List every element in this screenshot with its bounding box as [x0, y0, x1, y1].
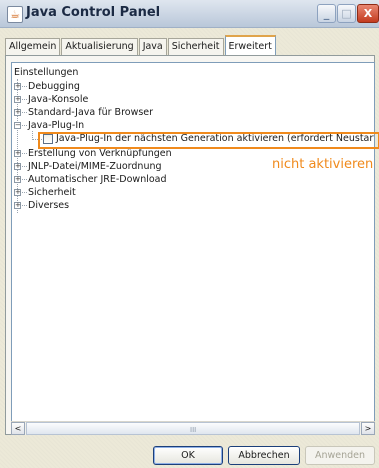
tree-item-standard-java-browser[interactable]: Standard-Java für Browser	[28, 107, 153, 118]
tree-dots	[22, 99, 27, 100]
highlight-box	[38, 132, 379, 149]
tree-dots	[22, 125, 27, 126]
tree-item-java-plug-in[interactable]: Java-Plug-In	[28, 120, 84, 131]
apply-button[interactable]: Anwenden	[305, 446, 375, 465]
minimize-icon[interactable]: _	[317, 4, 336, 23]
tree-dots	[22, 179, 27, 180]
scrollbar-thumb[interactable]: III	[26, 422, 360, 435]
tree-item-jre-download[interactable]: Automatischer JRE-Download	[28, 174, 167, 185]
expand-plus-icon[interactable]: +	[14, 83, 21, 90]
settings-tree[interactable]: Einstellungen + Debugging + Java-Konsole…	[11, 62, 375, 434]
tab-strip: Allgemein Aktualisierung Java Sicherheit…	[5, 35, 277, 56]
scroll-left-button[interactable]: <	[11, 422, 25, 435]
maximize-icon[interactable]: □	[337, 4, 356, 23]
tab-aktualisierung[interactable]: Aktualisierung	[61, 38, 138, 55]
tree-item-jnlp-mime[interactable]: JNLP-Datei/MIME-Zuordnung	[28, 161, 162, 172]
tree-dots	[22, 153, 27, 154]
tree-dots	[22, 205, 27, 206]
tree-item-sicherheit[interactable]: Sicherheit	[28, 187, 76, 198]
tree-item-verknuepfungen[interactable]: Erstellung von Verknüpfungen	[28, 148, 172, 159]
tree-dots	[22, 112, 27, 113]
scroll-right-button[interactable]: >	[361, 422, 375, 435]
tab-sicherheit[interactable]: Sicherheit	[167, 38, 224, 55]
cancel-button[interactable]: Abbrechen	[228, 446, 300, 465]
expand-plus-icon[interactable]: +	[14, 176, 21, 183]
tree-item-diverses[interactable]: Diverses	[28, 200, 69, 211]
expand-plus-icon[interactable]: +	[14, 96, 21, 103]
ok-button[interactable]: OK	[153, 446, 223, 465]
expand-plus-icon[interactable]: +	[14, 189, 21, 196]
java-control-panel-window: ☕ Java Control Panel _ □ X Allgemein Akt…	[0, 0, 379, 468]
horizontal-scrollbar[interactable]: < III >	[11, 421, 375, 435]
tab-allgemein[interactable]: Allgemein	[5, 38, 61, 55]
tree-item-debugging[interactable]: Debugging	[28, 81, 80, 92]
expand-plus-icon[interactable]: +	[14, 150, 21, 157]
close-icon[interactable]: X	[357, 4, 379, 23]
tree-item-java-konsole[interactable]: Java-Konsole	[28, 94, 88, 105]
collapse-minus-icon[interactable]: −	[14, 122, 21, 129]
tree-child-connector	[32, 131, 33, 138]
tree-dots	[22, 166, 27, 167]
java-cup-icon: ☕	[7, 6, 23, 23]
scrollbar-grip: III	[190, 426, 197, 434]
tree-dots	[22, 86, 27, 87]
tab-erweitert[interactable]: Erweitert	[224, 35, 276, 56]
expand-plus-icon[interactable]: +	[14, 202, 21, 209]
tab-java[interactable]: Java	[138, 38, 167, 55]
tree-root: Einstellungen	[14, 67, 79, 78]
expand-plus-icon[interactable]: +	[14, 109, 21, 116]
title-bar[interactable]: ☕ Java Control Panel _ □ X	[0, 0, 379, 28]
tree-dots	[22, 192, 27, 193]
expand-plus-icon[interactable]: +	[14, 163, 21, 170]
annotation-text: nicht aktivieren	[272, 157, 374, 172]
window-title: Java Control Panel	[26, 5, 161, 20]
